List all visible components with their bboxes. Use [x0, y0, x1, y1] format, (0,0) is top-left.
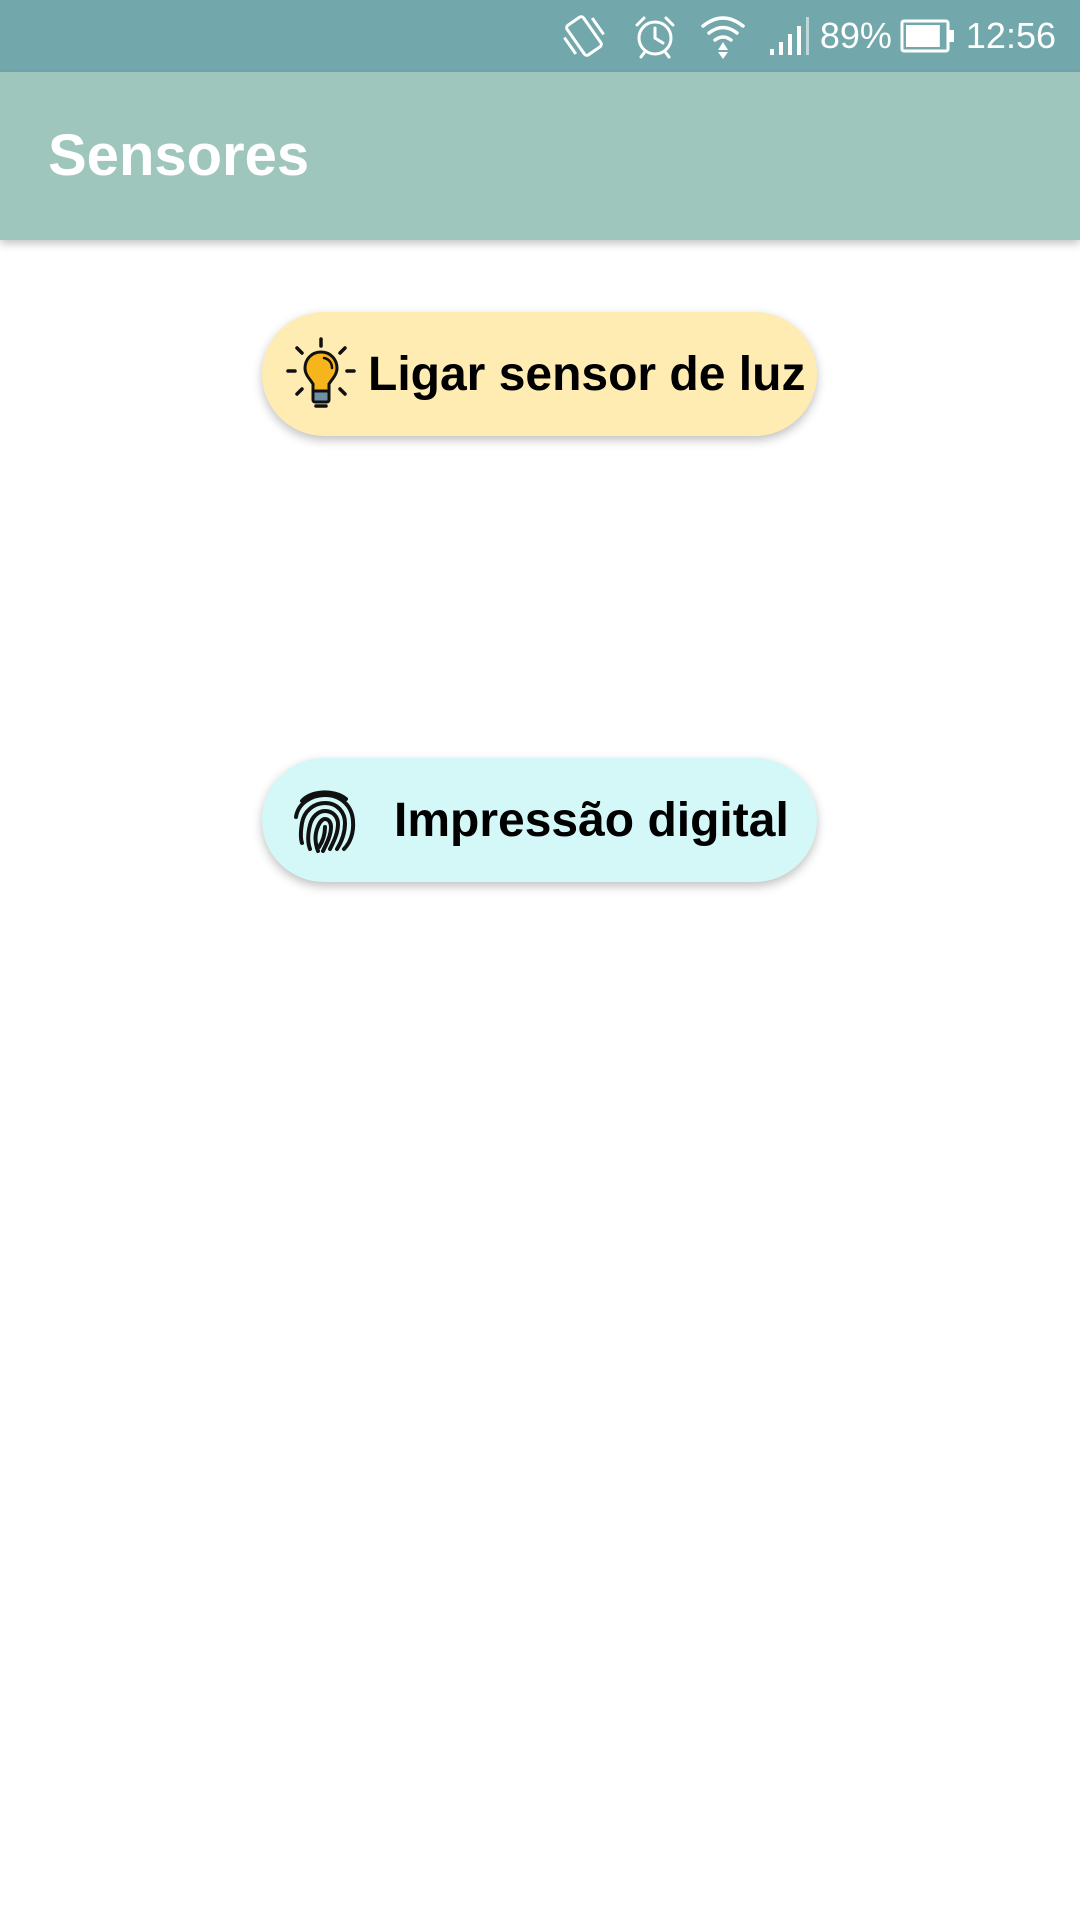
alarm-icon — [632, 13, 678, 59]
status-bar: 89% 12:56 — [0, 0, 1080, 72]
page-title: Sensores — [48, 123, 310, 188]
light-sensor-label: Ligar sensor de luz — [368, 347, 806, 401]
app-bar: Sensores — [0, 72, 1080, 240]
clock: 12:56 — [965, 15, 1056, 56]
battery-icon — [900, 18, 956, 54]
vibrate-icon — [558, 12, 610, 60]
lightbulb-icon — [284, 337, 358, 411]
fingerprint-button[interactable]: Impressão digital — [262, 758, 817, 882]
wifi-icon — [700, 12, 746, 60]
fingerprint-icon — [288, 783, 362, 857]
fingerprint-label: Impressão digital — [394, 793, 789, 847]
signal-icon — [768, 15, 810, 57]
status-icons: 89% 12:56 — [536, 0, 1056, 72]
battery-percent: 89% — [819, 15, 892, 56]
light-sensor-button[interactable]: Ligar sensor de luz — [262, 312, 817, 436]
